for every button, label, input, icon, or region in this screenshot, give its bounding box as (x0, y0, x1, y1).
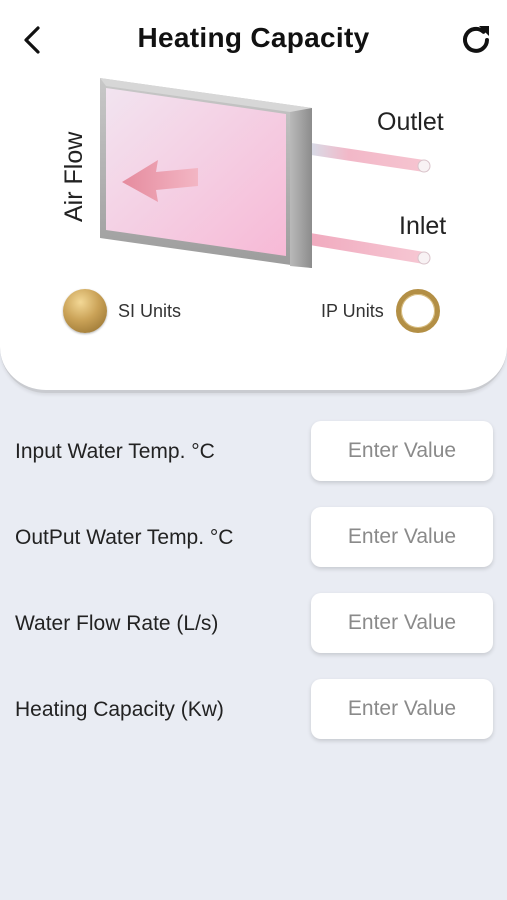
form-row-heating-capacity: Heating Capacity (Kw) (0, 679, 507, 741)
heat-exchanger-illustration (100, 78, 431, 268)
input-water-temp-label: Input Water Temp. °C (15, 440, 215, 463)
heating-capacity-label: Heating Capacity (Kw) (15, 698, 224, 721)
output-water-temp-field[interactable] (311, 507, 493, 567)
input-water-temp-field[interactable] (311, 421, 493, 481)
heating-capacity-field[interactable] (311, 679, 493, 739)
outlet-label: Outlet (377, 108, 444, 136)
form-row-output-water-temp: OutPut Water Temp. °C (0, 507, 507, 569)
inlet-label: Inlet (399, 212, 447, 240)
water-flow-rate-field[interactable] (311, 593, 493, 653)
heating-coil-diagram: Outlet Inlet Air Flow (58, 72, 478, 282)
water-flow-rate-label: Water Flow Rate (L/s) (15, 612, 219, 635)
si-units-label: SI Units (118, 300, 182, 321)
header-card: Heating Capacity Outlet Inlet Air Flow S… (0, 0, 507, 393)
app-header: Heating Capacity (0, 0, 507, 80)
refresh-button[interactable] (454, 18, 498, 62)
form-row-input-water-temp: Input Water Temp. °C (0, 421, 507, 483)
inlet-pipe (292, 231, 431, 265)
airflow-label: Air Flow (60, 131, 88, 222)
ip-units-option[interactable]: IP Units (321, 288, 440, 334)
si-units-option[interactable]: SI Units (63, 288, 181, 334)
ip-units-label: IP Units (321, 300, 384, 321)
refresh-icon (463, 26, 489, 53)
form-row-water-flow-rate: Water Flow Rate (L/s) (0, 593, 507, 655)
output-water-temp-label: OutPut Water Temp. °C (15, 526, 234, 549)
page-title: Heating Capacity (137, 22, 370, 53)
unit-selector: SI Units IP Units (0, 288, 507, 338)
outlet-pipe (292, 141, 431, 173)
si-units-radio[interactable] (63, 289, 107, 333)
ip-units-radio[interactable] (395, 289, 440, 333)
